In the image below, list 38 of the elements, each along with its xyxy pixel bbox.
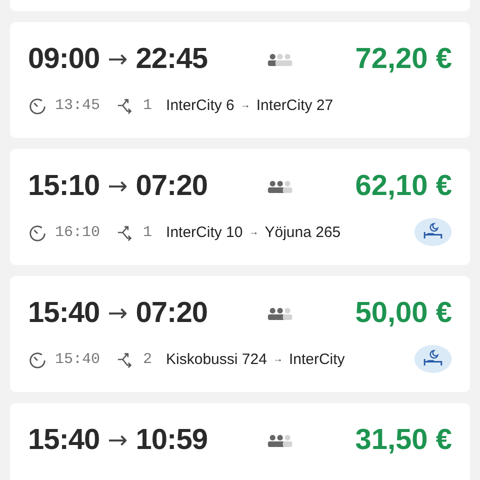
timer-icon <box>28 350 47 368</box>
duration-text: 13:45 <box>55 96 100 114</box>
arrival-time: 10:59 <box>136 424 208 456</box>
transfer-count: 1 <box>143 224 152 240</box>
departure-time: 15:40 <box>28 296 100 330</box>
transfer-count: 1 <box>143 96 152 114</box>
connection-card[interactable]: 15:40 → 10:59 31,50 € <box>10 403 470 480</box>
price: 50,00 € <box>355 296 452 330</box>
arrival-time: 22:45 <box>136 42 208 76</box>
train-name: InterCity 6 <box>166 96 234 114</box>
arrow-text: → <box>108 299 128 327</box>
arrival-time: 07:20 <box>136 170 208 202</box>
arrow-text: → <box>108 426 128 454</box>
timer-icon <box>28 96 47 114</box>
train-name: InterCity <box>288 350 345 368</box>
train-name: InterCity 27 <box>256 96 334 114</box>
departure-time: 15:40 <box>28 424 100 456</box>
transfer-count: 2 <box>143 350 152 368</box>
duration-text: 16:10 <box>55 224 100 240</box>
separator-arrow: → <box>248 226 259 238</box>
price: 62,10 € <box>355 170 452 202</box>
train-name: InterCity 10 <box>166 224 243 240</box>
connection-card[interactable]: 15:10 → 07:20 62,10 € 16:10 1 InterCity 10 → Yöjuna 265 <box>10 149 470 265</box>
arrow-text: → <box>108 45 128 73</box>
price: 31,50 € <box>355 424 452 456</box>
arrow-text: → <box>108 172 128 200</box>
train-name: Yöjuna 265 <box>264 224 341 240</box>
departure-time: 09:00 <box>28 42 100 76</box>
train-name: Kiskobussi 724 <box>166 350 267 368</box>
duration-text: 15:40 <box>55 350 100 368</box>
timer-icon <box>28 222 47 242</box>
connection-card[interactable]: 15:40 → 07:20 50,00 € 15:40 2 Kiskobussi 724 → InterCity <box>10 276 470 392</box>
separator-arrow: → <box>240 100 250 110</box>
departure-time: 15:10 <box>28 170 100 202</box>
price: 72,20 € <box>355 42 452 76</box>
arrival-time: 07:20 <box>136 296 208 330</box>
connection-card[interactable]: 09:00 → 22:45 72,20 € 13:45 1 InterCity 6 → InterCity 27 <box>10 22 470 138</box>
separator-arrow: → <box>272 354 283 364</box>
